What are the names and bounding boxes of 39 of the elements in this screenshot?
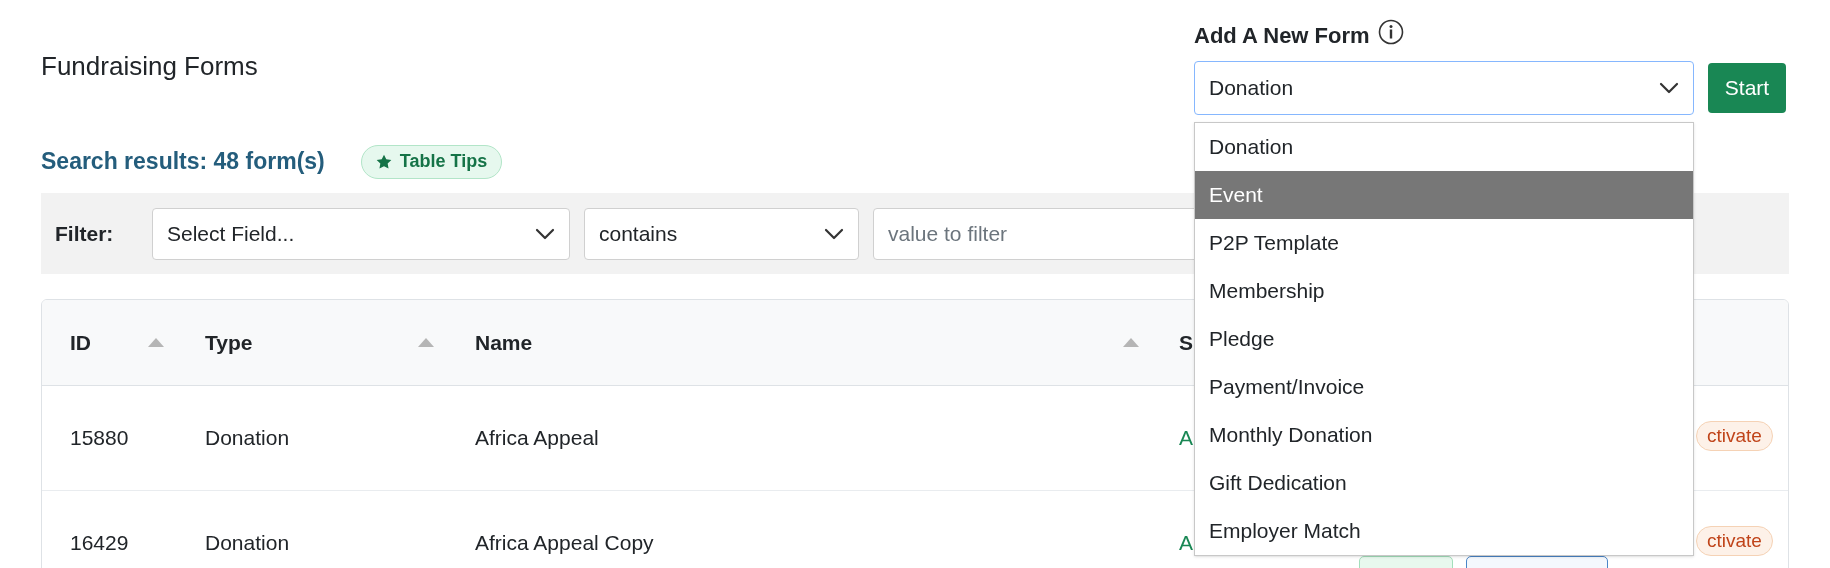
- sort-icon[interactable]: [1123, 338, 1139, 347]
- dropdown-option[interactable]: Monthly Donation: [1195, 411, 1693, 459]
- table-cell-text: Donation: [205, 425, 290, 452]
- column-header[interactable]: Name: [450, 300, 1151, 385]
- field-select[interactable]: Select Field...: [152, 207, 570, 260]
- form-type-select[interactable]: Donation: [1194, 61, 1694, 115]
- add-form-label: Add A New Form: [1194, 22, 1370, 50]
- start-button[interactable]: Start: [1708, 63, 1786, 113]
- table-tips-badge[interactable]: Table Tips: [360, 144, 503, 179]
- dropdown-option[interactable]: Gift Dedication: [1195, 459, 1693, 507]
- sort-icon[interactable]: [418, 338, 434, 347]
- column-header[interactable]: Type: [180, 300, 450, 385]
- chevron-down-icon: [535, 227, 555, 240]
- dropdown-option[interactable]: Pledge: [1195, 315, 1693, 363]
- status-text: A: [1179, 530, 1193, 557]
- table-cell-text: Africa Appeal: [475, 425, 599, 452]
- sort-icon[interactable]: [148, 338, 164, 347]
- info-icon[interactable]: [1377, 19, 1404, 45]
- chevron-down-icon: [1659, 82, 1679, 94]
- search-results-count: Search results: 48 form(s): [41, 147, 325, 177]
- column-header[interactable]: ID: [42, 300, 180, 385]
- dropdown-option[interactable]: Membership: [1195, 267, 1693, 315]
- dropdown-option[interactable]: Donation: [1195, 123, 1693, 171]
- dropdown-option[interactable]: Employer Match: [1195, 507, 1693, 555]
- deactivate-badge[interactable]: ctivate: [1696, 526, 1773, 556]
- filter-label: Filter:: [55, 220, 115, 247]
- table-cell-text: Africa Appeal Copy: [475, 530, 654, 557]
- table-cell-text: 15880: [70, 425, 129, 452]
- page-title: Fundraising Forms: [41, 50, 258, 82]
- deactivate-badge[interactable]: ctivate: [1696, 421, 1773, 451]
- status-text: A: [1179, 425, 1193, 452]
- dropdown-option[interactable]: Payment/Invoice: [1195, 363, 1693, 411]
- chevron-down-icon: [824, 227, 844, 240]
- star-icon: [375, 153, 392, 170]
- table-cell-text: Donation: [205, 530, 290, 557]
- column-header: S: [1179, 329, 1193, 356]
- dropdown-option[interactable]: Event: [1195, 171, 1693, 219]
- operator-select[interactable]: contains: [584, 207, 859, 260]
- table-cell-text: 16429: [70, 530, 129, 557]
